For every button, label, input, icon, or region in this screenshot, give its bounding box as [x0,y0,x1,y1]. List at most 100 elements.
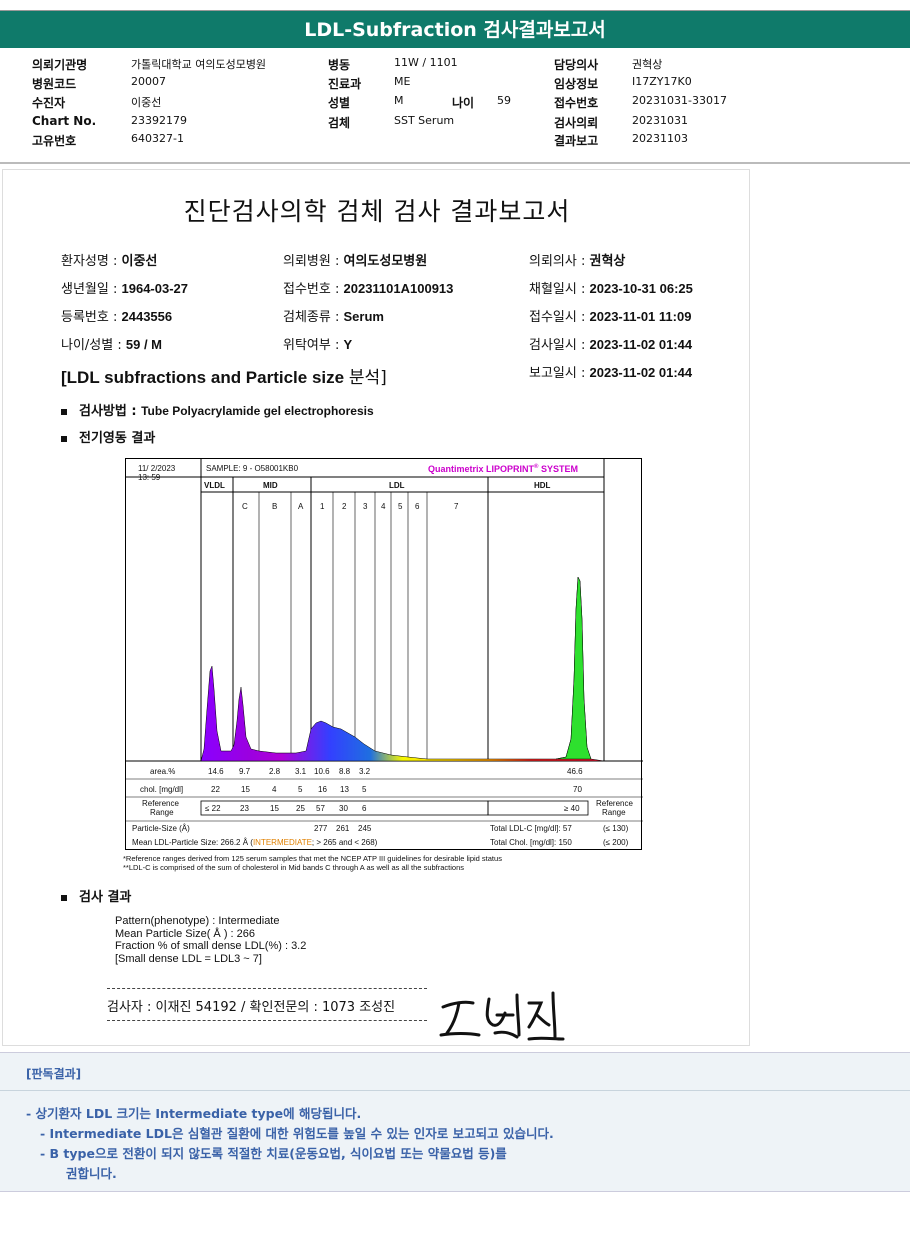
label-ward: 병동 [328,58,351,72]
interpretation-line-3: - B type으로 전환이 되지 않도록 적절한 치료(운동요법, 식이요법 … [40,1146,507,1161]
bullet-icon [61,894,67,901]
chol-b: 4 [272,785,277,794]
mean-type: INTERMEDIATE [253,838,312,847]
header-row: Chart No. 23392179 검체 SST Serum 검사의뢰 202… [0,114,910,132]
chol-hdl: 70 [573,785,582,794]
label-reception-no: 접수번호 [554,96,599,110]
value-unique-no: 640327-1 [131,132,184,145]
ref-ldl3: 6 [362,804,367,813]
ref-ldl1: 57 [316,804,325,813]
brand-suffix: SYSTEM [538,464,578,474]
value-request-date: 20231031 [632,114,688,127]
ref-label-2: Range [150,808,174,817]
chol-ldl2: 13 [340,785,349,794]
ref-label-right-1: Reference [596,799,633,808]
ref-c: 23 [240,804,249,813]
header-info: 의뢰기관명 가톨릭대학교 여의도성모병원 병동 11W / 1101 담당의사 … [0,52,910,164]
info-value: Serum [343,309,384,324]
band-c: C [242,502,248,511]
total-chol-label: Total Chol. [mg/dl]: 150 [490,838,572,847]
footnote-2: **LDL-C is comprised of the sum of chole… [123,863,465,872]
band-1: 1 [320,502,325,511]
chol-c: 15 [241,785,250,794]
ref-vldl: ≤ 22 [205,804,221,813]
info-value: 20231101A100913 [343,281,454,296]
mean-size-line: Mean LDL-Particle Size: 266.2 Å (INTERME… [132,838,378,847]
zone-hdl: HDL [534,481,551,490]
info-label: 검체종류 : [283,310,344,325]
label-unique-no: 고유번호 [32,134,77,148]
method-label: 검사방법 : [79,404,142,419]
handwritten-signature [439,991,565,1041]
value-report-date: 20231103 [632,132,688,145]
value-department: ME [394,75,411,88]
header-row: 고유번호 640327-1 결과보고 20231103 [0,132,910,150]
area-b: 2.8 [269,767,281,776]
result-label: 검사 결과 [79,890,132,905]
area-hdl: 46.6 [567,767,583,776]
info-label: 접수번호 : [283,282,344,297]
particle-label: Particle-Size (Å) [132,824,190,833]
mean-suffix: ; > 265 and < 268) [312,838,378,847]
interpretation-line-1: - 상기환자 LDL 크기는 Intermediate type에 해당됩니다. [26,1106,362,1121]
band-3: 3 [363,502,368,511]
label-clinical-info: 임상정보 [554,77,599,91]
info-value: 여의도성모병원 [343,253,428,268]
interpretation-title: [판독결과] [26,1067,82,1081]
info-collection-time: 채혈일시 : 2023-10-31 06:25 [529,278,693,297]
value-clinical-info: I17ZY17K0 [632,75,692,88]
particle-ldl3: 245 [358,824,372,833]
info-test-time: 검사일시 : 2023-11-02 01:44 [529,334,692,353]
signature-text: 검사자 : 이재진 54192 / 확인전문의 : 1073 조성진 [107,1000,396,1015]
method-line: 검사방법 : Tube Polyacrylamide gel electroph… [61,400,374,419]
label-specimen: 검체 [328,116,351,130]
value-reception-no: 20231031-33017 [632,94,727,107]
area-c: 9.7 [239,767,251,776]
value-specimen: SST Serum [394,114,455,127]
bullet-icon [61,408,67,415]
interpretation-panel: [판독결과] - 상기환자 LDL 크기는 Intermediate type에… [0,1052,910,1192]
band-7: 7 [454,502,459,511]
bullet-icon [61,435,67,442]
chol-vldl: 22 [211,785,220,794]
particle-ldl2: 261 [336,824,350,833]
label-request-date: 검사의뢰 [554,116,599,130]
result-line: Pattern(phenotype) : Intermediate [115,915,280,927]
info-label: 의뢰병원 : [283,254,344,269]
section-title: [LDL subfractions and Particle size 분석] [61,363,387,388]
electrophoresis-heading: 전기영동 결과 [61,427,155,446]
signature-line-bottom [107,1020,427,1021]
value-patient: 이중선 [131,96,162,109]
info-value: 이중선 [121,253,158,268]
hdl-peak [555,576,592,760]
info-value: 권혁상 [589,253,626,268]
ref-label-right-2: Range [602,808,626,817]
info-label: 등록번호 : [61,310,122,325]
info-requesting-hospital: 의뢰병원 : 여의도성모병원 [283,250,427,269]
result-block: Pattern(phenotype) : Intermediate Mean P… [115,915,306,965]
lipoprint-chart: 11/ 2/2023 13: 59 SAMPLE: 9 - O58001KB0 … [125,458,643,850]
info-requesting-doctor: 의뢰의사 : 권혁상 [529,250,625,269]
value-chart-no: 23392179 [131,114,187,127]
info-label: 채혈일시 : [529,282,590,297]
info-value: 2023-11-02 01:44 [589,365,693,380]
area-ldl3: 3.2 [359,767,371,776]
total-ldl-ref: (≤ 130) [603,824,629,833]
zone-vldl: VLDL [204,481,225,490]
info-value: Y [343,337,353,352]
result-heading: 검사 결과 [61,886,131,905]
info-label: 나이/성별 : [61,338,126,353]
section-title-en: [LDL subfractions and Particle size [61,368,349,387]
info-outsourced: 위탁여부 : Y [283,334,352,353]
result-line: Mean Particle Size( Å ) : 266 [115,927,256,940]
label-doctor: 담당의사 [554,58,599,72]
chol-a: 5 [298,785,303,794]
info-label: 의뢰의사 : [529,254,590,269]
lipoprint-svg: 11/ 2/2023 13: 59 SAMPLE: 9 - O58001KB0 … [126,459,643,847]
info-value: 2023-11-01 11:09 [589,309,692,324]
info-specimen-type: 검체종류 : Serum [283,306,384,325]
total-ldl-label: Total LDL-C [mg/dl]: 57 [490,824,572,833]
info-reception-no: 접수번호 : 20231101A100913 [283,278,453,297]
header-row: 의뢰기관명 가톨릭대학교 여의도성모병원 병동 11W / 1101 담당의사 … [0,56,910,74]
band-5: 5 [398,502,403,511]
